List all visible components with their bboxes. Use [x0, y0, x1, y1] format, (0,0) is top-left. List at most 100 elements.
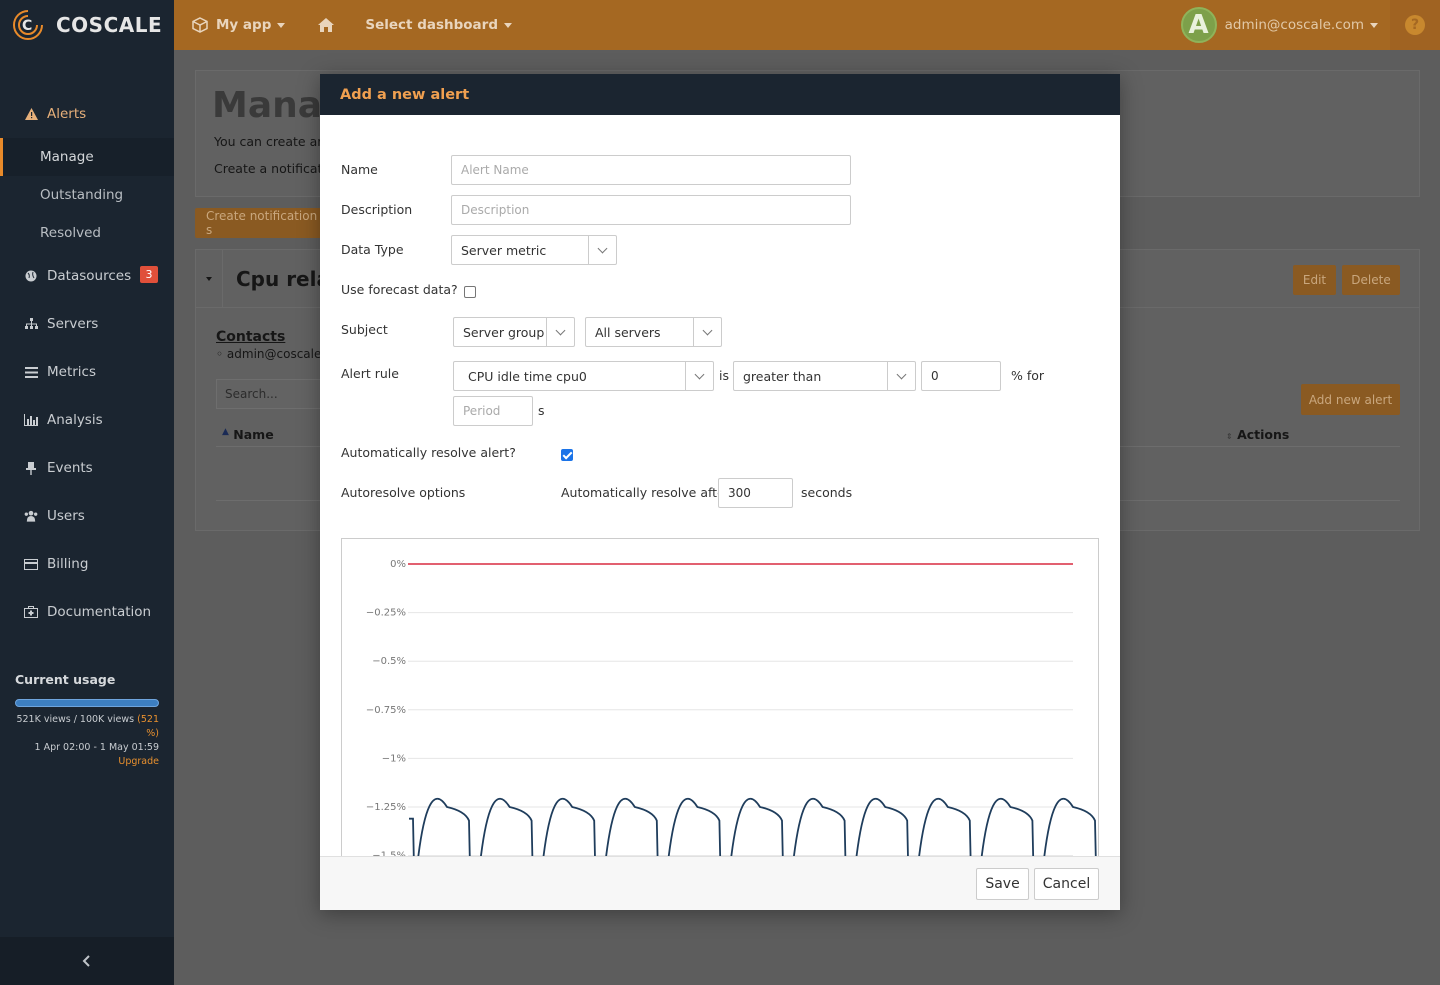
- subject-group-value: Server group: [463, 324, 545, 340]
- usage-progress-bar: [15, 699, 159, 707]
- bullet-icon: ◦: [216, 347, 227, 361]
- contacts-heading: Contacts: [216, 329, 286, 345]
- sidebar-item-servers[interactable]: Servers: [0, 300, 174, 348]
- column-actions-header[interactable]: ⇕ Actions: [1226, 427, 1289, 442]
- brand-name: COSCALE: [56, 13, 163, 37]
- autoresolve-after-text: Automatically resolve after: [561, 485, 730, 500]
- brand-logo[interactable]: C COSCALE: [0, 0, 174, 50]
- collapse-toggle[interactable]: [196, 250, 223, 308]
- sidebar-item-label: Servers: [47, 316, 99, 332]
- subject-group-select[interactable]: Server group: [453, 317, 575, 347]
- home-icon: [317, 17, 335, 33]
- description-input[interactable]: Description: [451, 195, 851, 225]
- y-tick-label: −0.5%: [372, 656, 406, 667]
- usage-percent: (521 %): [137, 714, 159, 739]
- sidebar-item-label: Analysis: [47, 412, 103, 428]
- intro-text-1: You can create an a: [214, 134, 337, 149]
- rule-threshold-input[interactable]: 0: [921, 361, 1001, 391]
- sidebar-item-label: Datasources: [47, 268, 132, 284]
- subject-servers-select[interactable]: All servers: [585, 317, 722, 347]
- sidebar-item-analysis[interactable]: Analysis: [0, 396, 174, 444]
- description-label: Description: [341, 202, 413, 217]
- dashboard-selector[interactable]: Select dashboard: [365, 17, 512, 33]
- add-alert-modal: Add a new alert Name Alert Name Descript…: [320, 74, 1120, 910]
- autoresolve-seconds-input[interactable]: 300: [718, 478, 793, 508]
- sidebar-item-alerts[interactable]: Alerts: [0, 90, 174, 138]
- autoresolve-checkbox[interactable]: [561, 449, 573, 461]
- chevron-down-icon: [693, 318, 721, 346]
- upgrade-link[interactable]: Upgrade: [118, 756, 159, 767]
- save-button[interactable]: Save: [976, 868, 1029, 900]
- modal-header: Add a new alert: [320, 74, 1120, 115]
- rule-metric-select[interactable]: CPU idle time cpu0: [453, 361, 714, 391]
- data-type-label: Data Type: [341, 242, 404, 257]
- sidebar-item-label: Alerts: [47, 106, 87, 122]
- sidebar-item-users[interactable]: Users: [0, 492, 174, 540]
- autoresolve-unit-text: seconds: [801, 485, 853, 500]
- add-new-alert-button[interactable]: Add new alert: [1301, 384, 1400, 415]
- user-menu[interactable]: A admin@coscale.com: [1180, 7, 1378, 43]
- rule-operator-select[interactable]: greater than: [733, 361, 916, 391]
- sidebar-item-documentation[interactable]: Documentation: [0, 588, 174, 636]
- intro-text-2: Create a notificatio: [214, 161, 334, 176]
- data-type-select[interactable]: Server metric: [451, 235, 617, 265]
- help-button[interactable]: ?: [1390, 0, 1440, 50]
- delete-button[interactable]: Delete: [1342, 265, 1400, 295]
- home-button[interactable]: [317, 17, 335, 33]
- warning-icon: [24, 107, 38, 121]
- usage-title: Current usage: [15, 672, 116, 687]
- avatar: A: [1180, 7, 1217, 43]
- rule-metric-value: CPU idle time cpu0: [468, 368, 587, 384]
- y-tick-label: −1.25%: [366, 802, 406, 813]
- contact-email: admin@coscale.: [226, 347, 326, 361]
- alert-name-input[interactable]: Alert Name: [451, 155, 851, 185]
- modal-body: Name Alert Name Description Description …: [320, 115, 1120, 856]
- y-tick-label: −1%: [382, 753, 406, 764]
- current-usage: Current usage 521K views / 100K views (5…: [15, 672, 159, 769]
- sidebar-subitem-manage[interactable]: Manage: [0, 138, 174, 176]
- y-tick-label: −0.25%: [366, 608, 406, 619]
- medkit-icon: [24, 605, 38, 619]
- sidebar-item-metrics[interactable]: Metrics: [0, 348, 174, 396]
- dashboard-label: Select dashboard: [365, 17, 498, 33]
- bar-chart-icon: [24, 413, 38, 427]
- create-notification-button[interactable]: Create notification s: [195, 208, 325, 238]
- app-selector[interactable]: My app: [192, 17, 286, 33]
- sidebar-item-label: Metrics: [47, 364, 97, 380]
- modal-footer: Save Cancel: [320, 856, 1120, 910]
- sidebar-subitem-outstanding[interactable]: Outstanding: [0, 176, 174, 214]
- search-input[interactable]: Search...: [216, 379, 326, 409]
- y-tick-label: −0.75%: [366, 705, 406, 716]
- usage-views: 521K views / 100K views: [16, 714, 135, 725]
- globe-icon: [24, 269, 38, 283]
- sidebar-subitem-resolved[interactable]: Resolved: [0, 214, 174, 252]
- cancel-button[interactable]: Cancel: [1034, 868, 1099, 900]
- contact-item: ◦ admin@coscale.: [216, 347, 325, 361]
- user-email: admin@coscale.com: [1224, 17, 1364, 33]
- edit-button[interactable]: Edit: [1293, 265, 1336, 295]
- forecast-checkbox[interactable]: [464, 286, 476, 298]
- alert-group-title: Cpu rela: [236, 267, 330, 291]
- sidebar-item-events[interactable]: Events: [0, 444, 174, 492]
- modal-title: Add a new alert: [340, 86, 470, 103]
- caret-down-icon: [503, 22, 512, 28]
- sidebar-collapse-button[interactable]: [0, 937, 174, 985]
- alert-preview-chart: 0%−0.25%−0.5%−0.75%−1%−1.25%−1.5%: [341, 538, 1099, 856]
- column-name-header[interactable]: ▲ Name: [222, 427, 274, 442]
- chevron-down-icon: [887, 362, 915, 390]
- chevron-down-icon: [546, 318, 574, 346]
- sitemap-icon: [24, 317, 38, 331]
- caret-down-icon: [277, 22, 286, 28]
- sidebar-item-billing[interactable]: Billing: [0, 540, 174, 588]
- alert-rule-label: Alert rule: [341, 366, 399, 381]
- sidebar-item-label: Documentation: [47, 604, 152, 620]
- caret-down-icon: [1370, 22, 1378, 28]
- column-name-label: Name: [233, 427, 274, 442]
- sidebar-item-label: Users: [47, 508, 85, 524]
- subject-label: Subject: [341, 322, 388, 337]
- sidebar-item-datasources[interactable]: Datasources 3: [0, 252, 174, 300]
- list-icon: [24, 365, 38, 379]
- period-input[interactable]: Period: [453, 396, 533, 426]
- svg-text:C: C: [22, 18, 32, 34]
- name-label: Name: [341, 162, 378, 177]
